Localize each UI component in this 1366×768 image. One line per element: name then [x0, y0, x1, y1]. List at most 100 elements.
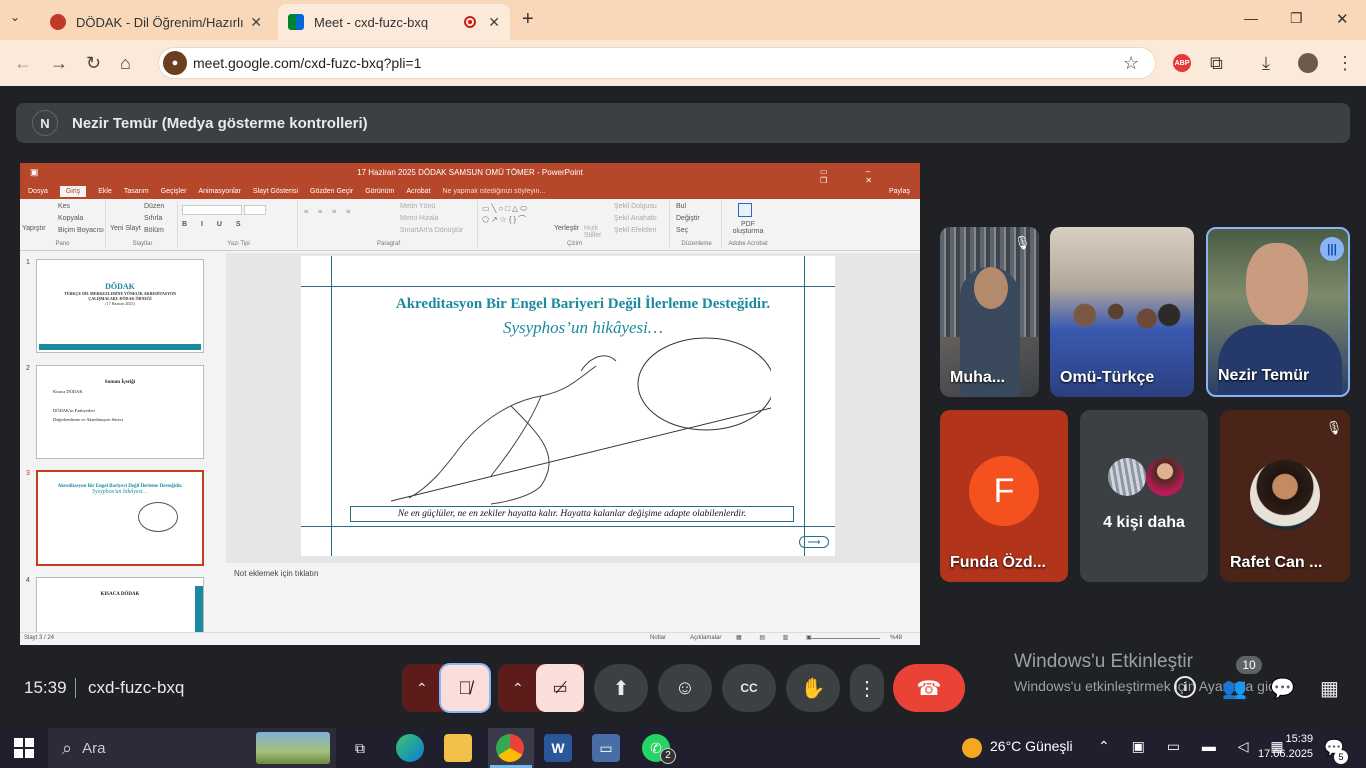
shape-outline-button[interactable]: Şekil Anahattı: [614, 215, 657, 222]
word-icon[interactable]: W: [544, 734, 572, 762]
close-tab-icon[interactable]: ✕: [488, 14, 500, 31]
taskbar-search[interactable]: ⌕ Ara: [48, 728, 336, 768]
remote-desktop-icon[interactable]: ▭: [592, 734, 620, 762]
font-size-field[interactable]: [244, 205, 266, 215]
paragraph-align-icons[interactable]: ≡ ≡ ≡ ≡: [304, 209, 354, 216]
taskbar-clock[interactable]: 15:39 17.06.2025: [1258, 732, 1313, 762]
weather-text[interactable]: 26°C Güneşli: [990, 738, 1073, 754]
ppt-menu-animations[interactable]: Animasyonlar: [198, 188, 240, 195]
url-text[interactable]: meet.google.com/cxd-fuzc-bxq?pli=1: [193, 55, 421, 71]
ppt-tell-me[interactable]: Ne yapmak istediğinizi söyleyin...: [443, 188, 546, 195]
thumb-slide-2[interactable]: Sunum İçeriği Kısaca DÖDAK DÖDAK'ın Faal…: [36, 365, 204, 459]
cut-button[interactable]: Kes: [58, 203, 70, 210]
participant-tile[interactable]: 🎙 Muha...: [940, 227, 1039, 397]
participant-tile[interactable]: Omü-Türkçe: [1050, 227, 1194, 397]
ppt-menu-transitions[interactable]: Geçişler: [161, 188, 187, 195]
align-text-button[interactable]: Metni Hizala: [400, 215, 439, 222]
slide-thumbnails[interactable]: 1 DÖDAK TÜRKÇE DİL MERKEZLERİNE YÖNELİK …: [20, 253, 220, 637]
font-name-field[interactable]: [182, 205, 242, 215]
raise-hand-button[interactable]: ✋: [786, 664, 840, 712]
zoom-level[interactable]: %48: [890, 635, 902, 641]
weather-icon[interactable]: [962, 738, 982, 758]
close-tab-icon[interactable]: ✕: [250, 14, 262, 31]
arrange-button[interactable]: Yerleştir: [554, 225, 579, 232]
home-icon[interactable]: ⌂: [120, 53, 131, 74]
text-direction-button[interactable]: Metin Yönü: [400, 203, 435, 210]
ppt-menu-review[interactable]: Gözden Geçir: [310, 188, 353, 195]
task-view-icon[interactable]: ⧉: [346, 734, 374, 762]
close-window-button[interactable]: ✕: [1336, 10, 1349, 28]
more-participants-tile[interactable]: 4 kişi daha: [1080, 410, 1208, 582]
quick-styles-button[interactable]: Hızlı Stiller: [584, 225, 610, 239]
downloads-icon[interactable]: ⤓: [1262, 53, 1270, 74]
participant-tile[interactable]: F Funda Özd...: [940, 410, 1068, 582]
reset-button[interactable]: Sıfırla: [144, 215, 162, 222]
layout-button[interactable]: Düzen: [144, 203, 164, 210]
paste-button[interactable]: Yapıştır: [22, 225, 46, 232]
maximize-button[interactable]: ❐: [1290, 10, 1303, 27]
tab-meet[interactable]: Meet - cxd-fuzc-bxq ✕: [278, 4, 510, 40]
copy-button[interactable]: Kopyala: [58, 215, 83, 222]
windows-start-icon[interactable]: [14, 738, 34, 758]
ppt-share[interactable]: Paylaş: [889, 188, 910, 195]
microphone-toggle-button[interactable]: 🎙̸: [439, 663, 491, 713]
camera-toggle-button[interactable]: ▭̸: [536, 664, 584, 712]
participant-tile-speaking[interactable]: ||| Nezir Temür: [1206, 227, 1350, 397]
replace-button[interactable]: Değiştir: [676, 215, 700, 222]
participant-tile[interactable]: 🎙 Rafet Can ...: [1220, 410, 1350, 582]
chrome-icon[interactable]: [496, 734, 524, 762]
smartart-button[interactable]: SmartArt'a Dönüştür: [400, 227, 463, 234]
find-button[interactable]: Bul: [676, 203, 686, 210]
shape-fill-button[interactable]: Şekil Dolgusu: [614, 203, 657, 210]
leave-call-button[interactable]: ☎: [893, 664, 965, 712]
reactions-button[interactable]: ☺: [658, 664, 712, 712]
captions-button[interactable]: CC: [722, 664, 776, 712]
new-tab-button[interactable]: +: [522, 8, 534, 31]
people-icon[interactable]: 👥: [1222, 676, 1247, 701]
current-slide[interactable]: Akreditasyon Bir Engel Bariyeri Değil İl…: [301, 256, 835, 556]
file-explorer-icon[interactable]: [444, 734, 472, 762]
more-options-button[interactable]: ⋮: [850, 664, 884, 712]
pdf-create-button[interactable]: PDF oluşturma: [728, 221, 768, 235]
activities-icon[interactable]: ▦: [1320, 676, 1339, 701]
tab-search-button[interactable]: ⌄: [10, 10, 20, 24]
ppt-menu-view[interactable]: Görünüm: [365, 188, 394, 195]
back-icon[interactable]: ←: [14, 53, 32, 74]
ppt-menu-insert[interactable]: Ekle: [98, 188, 112, 195]
shapes-gallery[interactable]: ▭╲○□△⬭ ⬠↗☆{}⌒: [482, 203, 546, 237]
format-painter-button[interactable]: Biçim Boyacısı: [58, 227, 104, 234]
select-button[interactable]: Seç: [676, 227, 688, 234]
ppt-menu-file[interactable]: Dosya: [28, 188, 48, 195]
notes-pane[interactable]: Not eklemek için tıklatın: [226, 563, 920, 631]
bookmark-star-icon[interactable]: ☆: [1123, 53, 1139, 74]
comments-toggle[interactable]: Açıklamalar: [690, 635, 721, 641]
forward-icon[interactable]: →: [50, 53, 68, 74]
notes-toggle[interactable]: Notlar: [650, 635, 666, 641]
extensions-icon[interactable]: ⧉: [1210, 53, 1223, 74]
thumb-slide-1[interactable]: DÖDAK TÜRKÇE DİL MERKEZLERİNE YÖNELİK AK…: [36, 259, 204, 353]
ppt-menu-home[interactable]: Giriş: [59, 185, 87, 197]
mic-site-icon[interactable]: ●: [163, 51, 187, 75]
minimize-button[interactable]: —: [1244, 10, 1258, 26]
tab-dodak[interactable]: DÖDAK - Dil Öğrenim/Hazırlık Me ✕: [40, 4, 272, 40]
next-arrow-icon[interactable]: ⟶: [799, 536, 829, 548]
thumb-slide-4[interactable]: KISACA DÖDAK: [36, 577, 204, 637]
chat-icon[interactable]: 💬: [1270, 676, 1295, 701]
section-button[interactable]: Bölüm: [144, 227, 164, 234]
thumb-slide-3[interactable]: Akreditasyon Bir Engel Bariyeri Değil İl…: [36, 470, 204, 566]
ppt-menu-slideshow[interactable]: Slayt Gösterisi: [253, 188, 298, 195]
profile-avatar[interactable]: [1298, 53, 1318, 73]
font-style-buttons[interactable]: B I U S: [182, 221, 247, 228]
adblock-icon[interactable]: ABP: [1173, 54, 1191, 72]
shape-effects-button[interactable]: Şekil Efektleri: [614, 227, 656, 234]
presenter-bar[interactable]: N Nezir Temür (Medya gösterme kontroller…: [16, 103, 1350, 143]
ppt-save-icon[interactable]: ▣: [30, 167, 39, 178]
ppt-menu-design[interactable]: Tasarım: [124, 188, 149, 195]
zoom-slider[interactable]: [810, 638, 880, 639]
present-screen-button[interactable]: ⬆: [594, 664, 648, 712]
view-buttons[interactable]: ▦ ▤ ▥ ▣: [736, 634, 820, 641]
ppt-menu-acrobat[interactable]: Acrobat: [406, 188, 430, 195]
reload-icon[interactable]: ↻: [86, 53, 101, 74]
meeting-info-icon[interactable]: i: [1174, 676, 1196, 698]
edge-icon[interactable]: [396, 734, 424, 762]
